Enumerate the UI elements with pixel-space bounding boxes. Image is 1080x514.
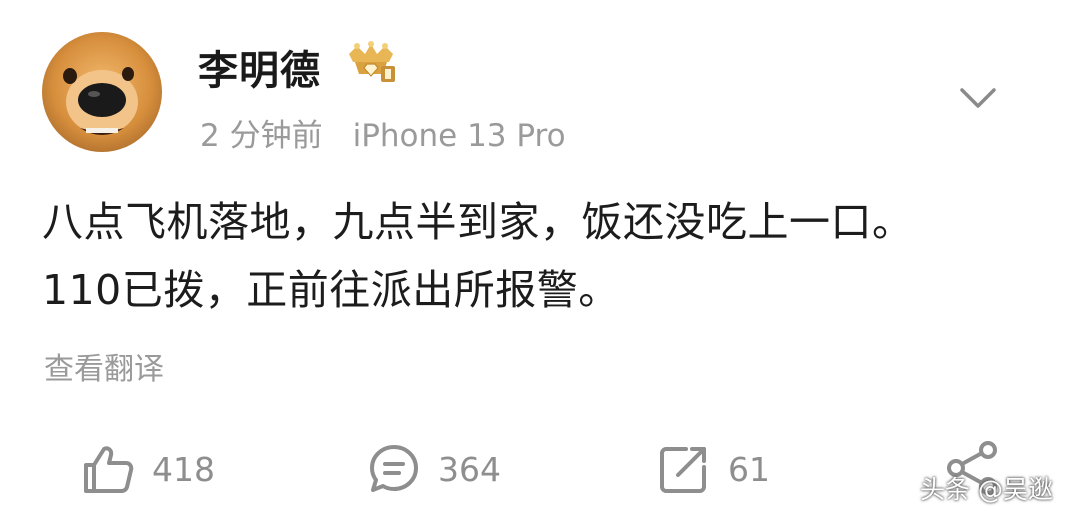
repost-count: 61 <box>728 449 770 489</box>
chevron-down-icon[interactable] <box>956 82 1000 112</box>
post-meta: 2 分钟前 iPhone 13 Pro <box>200 110 566 155</box>
thumbs-up-icon <box>84 446 134 493</box>
comment-count: 364 <box>438 449 501 489</box>
repost-button[interactable]: 61 <box>658 440 770 498</box>
translate-link[interactable]: 查看翻译 <box>44 344 164 388</box>
watermark: 头条 @吴逖 <box>920 475 1053 504</box>
dog-avatar-image <box>63 67 138 135</box>
vip-crown-badge[interactable] <box>343 40 399 84</box>
post-line: 110已拨，正前往派出所报警。 <box>42 266 620 314</box>
comment-button[interactable]: 364 <box>368 440 501 498</box>
avatar[interactable] <box>42 32 162 152</box>
like-button[interactable]: 418 <box>82 440 215 498</box>
like-count: 418 <box>152 449 215 489</box>
post-content: 八点飞机落地，九点半到家，饭还没吃上一口。 110已拨，正前往派出所报警。 <box>42 188 1052 324</box>
post-device: iPhone 13 Pro <box>352 118 566 154</box>
post-line: 八点飞机落地，九点半到家，饭还没吃上一口。 <box>42 198 914 246</box>
comment-icon <box>370 445 418 492</box>
post-time: 2 分钟前 <box>200 118 323 154</box>
repost-icon <box>660 447 706 493</box>
username[interactable]: 李明德 <box>198 38 321 96</box>
